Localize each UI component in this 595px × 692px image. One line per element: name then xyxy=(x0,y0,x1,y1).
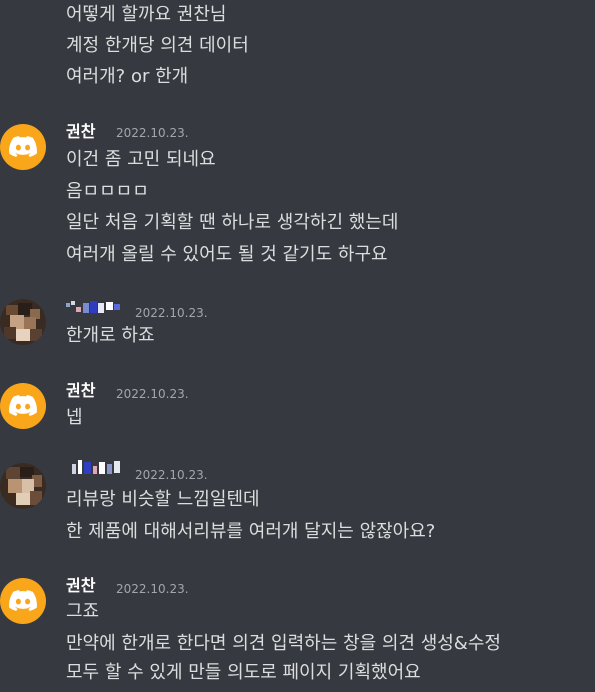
author-name-pixelated[interactable] xyxy=(72,460,126,476)
discord-logo-icon xyxy=(9,395,37,416)
discord-avatar-icon[interactable] xyxy=(0,383,46,429)
message-line: 어떻게 할까요 권찬님 xyxy=(66,4,227,25)
message-line: 이건 좀 고민 되네요 xyxy=(66,149,216,170)
author-name-pixelated[interactable] xyxy=(66,301,126,315)
discord-avatar-icon[interactable] xyxy=(0,124,46,170)
message-line: 계정 한개당 의견 데이터 xyxy=(66,35,249,56)
author-name[interactable]: 권찬 xyxy=(66,576,95,596)
message-line: 만약에 한개로 한다면 의견 입력하는 창을 의견 생성&수정 xyxy=(66,633,501,654)
pixelated-avatar[interactable] xyxy=(0,299,46,345)
discord-avatar-icon[interactable] xyxy=(0,578,46,624)
timestamp: 2022.10.23. xyxy=(116,582,189,596)
message-line: 넵 xyxy=(66,407,83,428)
message-line: 모두 할 수 있게 만들 의도로 페이지 기획했어요 xyxy=(66,662,421,683)
author-name[interactable]: 권찬 xyxy=(66,122,95,142)
timestamp: 2022.10.23. xyxy=(116,126,189,140)
message-line: 여러개? or 한개 xyxy=(66,66,189,87)
timestamp: 2022.10.23. xyxy=(135,468,208,482)
message-line: 음ㅁㅁㅁㅁ xyxy=(66,181,149,202)
message-line: 여러개 올릴 수 있어도 될 것 같기도 하구요 xyxy=(66,244,388,265)
message-line: 한 제품에 대해서리뷰를 여러개 달지는 않잖아요? xyxy=(66,521,436,542)
discord-logo-icon xyxy=(9,590,37,611)
message-line: 그죠 xyxy=(66,601,100,622)
message-line: 일단 처음 기획할 땐 하나로 생각하긴 했는데 xyxy=(66,212,399,233)
timestamp: 2022.10.23. xyxy=(135,306,208,320)
pixelated-avatar[interactable] xyxy=(0,463,46,509)
timestamp: 2022.10.23. xyxy=(116,387,189,401)
author-name[interactable]: 권찬 xyxy=(66,381,95,401)
discord-logo-icon xyxy=(9,136,37,157)
message-line: 리뷰랑 비슷할 느낌일텐데 xyxy=(66,489,260,510)
message-line: 한개로 하죠 xyxy=(66,325,155,346)
